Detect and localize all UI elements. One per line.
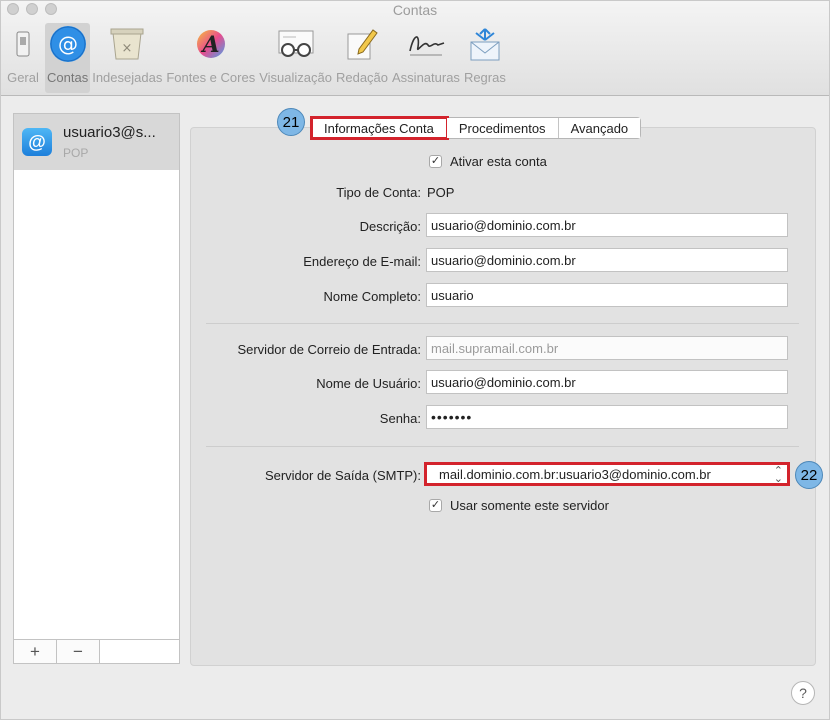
toolbar-label: Geral — [7, 70, 39, 85]
svg-text:×: × — [122, 41, 133, 56]
preferences-window: Contas Geral @ Contas × Indesejadas A Fo… — [0, 0, 830, 720]
enable-account-label: Ativar esta conta — [450, 154, 547, 169]
add-account-button[interactable]: + — [14, 640, 57, 663]
password-label: Senha: — [379, 411, 421, 426]
title-bar: Contas Geral @ Contas × Indesejadas A Fo… — [1, 1, 829, 96]
svg-text:A: A — [200, 32, 219, 58]
toolbar-label: Indesejadas — [92, 70, 163, 85]
window-title: Contas — [392, 2, 438, 18]
settings-tabs: Informações Conta Procedimentos Avançado — [310, 116, 642, 140]
username-field[interactable]: usuario@dominio.com.br — [426, 370, 788, 394]
junk-bin-icon: × — [107, 24, 147, 64]
account-row[interactable]: @ usuario3@s... POP — [14, 114, 179, 170]
tab-avancado[interactable]: Avançado — [558, 118, 641, 138]
section-divider — [206, 446, 799, 447]
description-label: Descrição: — [359, 219, 421, 234]
toolbar-label: Fontes e Cores — [166, 70, 256, 85]
toolbar-item-visualizacao[interactable]: Visualização — [257, 23, 334, 93]
password-field[interactable]: ••••••• — [426, 405, 788, 429]
at-sign-icon: @ — [48, 24, 88, 64]
at-sign-icon: @ — [22, 128, 52, 156]
toolbar-item-indesejadas[interactable]: × Indesejadas — [90, 23, 164, 93]
accounts-list-footer: + − — [14, 639, 179, 663]
smtp-label: Servidor de Saída (SMTP): — [264, 468, 421, 483]
email-label: Endereço de E-mail: — [303, 254, 421, 269]
checkmark-icon: ✓ — [429, 499, 442, 512]
compose-pencil-icon — [342, 24, 382, 64]
toolbar-item-assinaturas[interactable]: Assinaturas — [390, 23, 462, 93]
incoming-server-field[interactable]: mail.supramail.com.br — [426, 336, 788, 360]
smtp-server-value: mail.dominio.com.br:usuario3@dominio.com… — [439, 467, 711, 482]
toolbar-item-redacao[interactable]: Redação — [334, 23, 390, 93]
checkmark-icon: ✓ — [429, 155, 442, 168]
account-type: POP — [63, 146, 89, 160]
glasses-icon — [276, 24, 316, 64]
email-field[interactable]: usuario@dominio.com.br — [426, 248, 788, 272]
tab-informacoes-conta[interactable]: Informações Conta — [310, 116, 449, 140]
rules-envelope-icon — [465, 24, 505, 64]
toolbar-label: Redação — [335, 70, 389, 85]
full-name-field[interactable]: usuario — [426, 283, 788, 307]
remove-account-button[interactable]: − — [57, 640, 100, 663]
accounts-list: @ usuario3@s... POP + − — [13, 113, 180, 664]
toolbar-item-contas[interactable]: @ Contas — [45, 23, 91, 93]
description-field[interactable]: usuario@dominio.com.br — [426, 213, 788, 237]
help-button[interactable]: ? — [791, 681, 815, 705]
account-settings-panel — [190, 127, 816, 666]
switch-icon — [3, 24, 43, 64]
account-type-value: POP — [427, 185, 455, 200]
smtp-server-select[interactable]: mail.dominio.com.br:usuario3@dominio.com… — [424, 462, 790, 486]
annotation-badge-22: 22 — [795, 461, 823, 489]
toolbar-label: Regras — [463, 70, 506, 85]
toolbar-item-geral[interactable]: Geral — [1, 23, 45, 93]
toolbar: Geral @ Contas × Indesejadas A Fontes e … — [1, 23, 508, 93]
toolbar-item-fontes-cores[interactable]: A Fontes e Cores — [164, 23, 257, 93]
tab-procedimentos[interactable]: Procedimentos — [446, 118, 559, 138]
toolbar-label: Visualização — [259, 70, 332, 85]
updown-chevron-icon: ⌃ ⌄ — [773, 465, 783, 485]
account-name: usuario3@s... — [63, 124, 156, 141]
font-color-icon: A — [191, 24, 231, 64]
toolbar-label: Contas — [47, 70, 89, 85]
toolbar-label: Assinaturas — [392, 70, 460, 85]
account-type-label: Tipo de Conta: — [336, 185, 421, 200]
toolbar-item-regras[interactable]: Regras — [462, 23, 508, 93]
only-this-server-label: Usar somente este servidor — [450, 498, 609, 513]
signature-icon — [406, 24, 446, 64]
incoming-server-label: Servidor de Correio de Entrada: — [237, 342, 421, 357]
username-label: Nome de Usuário: — [316, 376, 421, 391]
full-name-label: Nome Completo: — [323, 289, 421, 304]
enable-account-checkbox[interactable]: ✓ Ativar esta conta — [429, 154, 547, 169]
svg-text:@: @ — [58, 32, 78, 56]
annotation-badge-21: 21 — [277, 108, 305, 136]
section-divider — [206, 323, 799, 324]
only-this-server-checkbox[interactable]: ✓ Usar somente este servidor — [429, 498, 609, 513]
